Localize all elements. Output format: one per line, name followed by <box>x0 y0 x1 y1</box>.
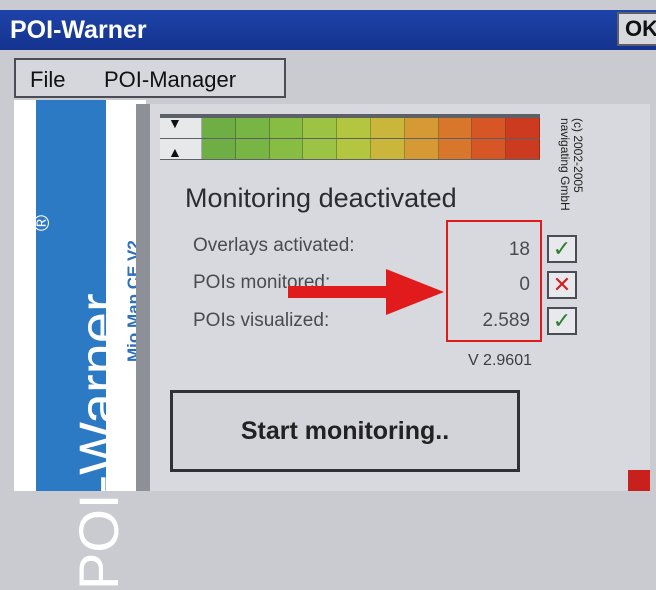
meter-segment <box>337 139 371 159</box>
meter-segment <box>472 118 507 138</box>
annotation-highlight-box <box>446 220 542 342</box>
check-icon: ✓ <box>552 236 572 261</box>
menu-poi-manager[interactable]: POI-Manager <box>104 67 236 93</box>
meter-segment <box>506 139 540 159</box>
meter-segment <box>404 118 439 138</box>
pois-monitored-checkbox[interactable]: ✕ <box>547 271 577 299</box>
cross-icon: ✕ <box>552 272 572 297</box>
brand-sidebar: POI-Warner ® Mio Map CE V2 <box>14 100 146 590</box>
copyright-notice: (c) 2002-2005 navigating GmbH <box>557 118 585 211</box>
meter-segment <box>235 139 270 159</box>
meter-segment <box>303 118 338 138</box>
meter-segment <box>438 118 473 138</box>
triangle-icon: ▲ <box>168 144 182 160</box>
meter-segment <box>269 118 304 138</box>
registered-mark: ® <box>29 214 55 232</box>
meter-segment <box>269 139 304 159</box>
menu-file[interactable]: File <box>30 67 65 93</box>
status-title: Monitoring deactivated <box>185 183 457 213</box>
meter-segment <box>404 139 439 159</box>
window-title: POI-Warner <box>10 16 147 44</box>
level-meter: ▼ ▲ <box>160 114 540 160</box>
meter-segment <box>472 139 507 159</box>
brand-logo-text: POI-Warner <box>67 293 130 590</box>
check-icon: ✓ <box>552 308 572 333</box>
triangle-icon: ▼ <box>168 115 182 131</box>
menu-bar: File POI-Manager <box>14 58 286 98</box>
divider-bar <box>136 104 150 491</box>
version-label: V 2.9601 <box>467 352 532 369</box>
annotation-arrow-icon <box>288 269 444 315</box>
meter-segment <box>438 139 473 159</box>
title-bar: POI-Warner OK <box>0 10 656 50</box>
pois-visualized-checkbox[interactable]: ✓ <box>547 307 577 335</box>
meter-segment <box>371 139 405 159</box>
meter-track-bottom <box>160 139 540 159</box>
start-monitoring-button[interactable]: Start monitoring.. <box>170 390 520 472</box>
overlays-checkbox[interactable]: ✓ <box>547 235 577 263</box>
meter-segment <box>202 139 236 159</box>
ok-button[interactable]: OK <box>617 12 656 46</box>
meter-segment <box>235 118 270 138</box>
meter-segment <box>202 118 236 138</box>
meter-segment <box>337 118 371 138</box>
copyright-line-2: navigating GmbH <box>557 118 572 211</box>
meter-segment <box>371 118 405 138</box>
meter-segment <box>303 139 338 159</box>
corner-indicator <box>628 470 650 491</box>
overlays-label: Overlays activated: <box>193 235 355 256</box>
copyright-line-1: (c) 2002-2005 <box>571 118 585 193</box>
meter-track-top <box>160 118 540 138</box>
meter-segment <box>506 118 540 138</box>
